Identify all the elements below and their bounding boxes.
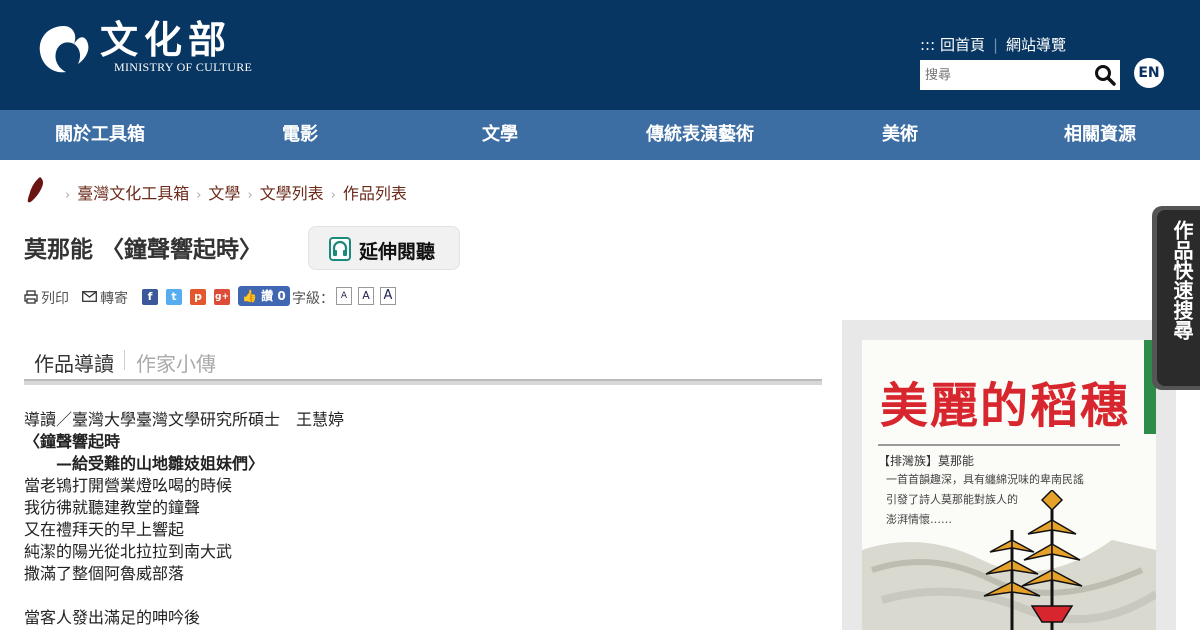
butterfly-logo-icon bbox=[39, 26, 89, 73]
search-box bbox=[920, 60, 1120, 90]
quick-search-tab[interactable]: 作品快速搜尋 bbox=[1152, 206, 1200, 390]
nav-item-fine-arts[interactable]: 美術 bbox=[800, 110, 1000, 160]
site-header: 文化部 MINISTRY OF CULTURE ::: 回首頁 | 網站導覽 EN bbox=[0, 0, 1200, 110]
quick-search-label: 作品快速搜尋 bbox=[1170, 220, 1194, 340]
poem-subtitle: —給受難的山地雛妓姐妹們〉 bbox=[24, 454, 265, 473]
breadcrumb-chevron-icon: › bbox=[247, 188, 253, 203]
breadcrumb-item-toolbox[interactable]: 臺灣文化工具箱 bbox=[77, 184, 189, 203]
tab-underline bbox=[24, 379, 822, 385]
print-link[interactable]: 列印 bbox=[41, 288, 69, 308]
tab-work-intro[interactable]: 作品導讀 bbox=[34, 348, 114, 377]
headphones-icon bbox=[329, 237, 351, 261]
twitter-icon[interactable]: t bbox=[166, 289, 182, 305]
home-link[interactable]: 回首頁 bbox=[940, 36, 985, 54]
article-line: 導讀／臺灣大學臺灣文學研究所碩士 王慧婷 bbox=[24, 410, 345, 429]
poem-line: 當客人發出滿足的呻吟後 bbox=[24, 608, 201, 627]
fontsize-label: 字級： bbox=[292, 291, 334, 307]
nav-item-literature[interactable]: 文學 bbox=[400, 110, 600, 160]
main-nav: 關於工具箱 電影 文學 傳統表演藝術 美術 相關資源 bbox=[0, 110, 1200, 160]
like-count: 讚 0 bbox=[261, 289, 286, 303]
forward-link[interactable]: 轉寄 bbox=[100, 288, 128, 308]
article-body: 導讀／臺灣大學臺灣文學研究所碩士 王慧婷 〈鐘聲響起時 —給受難的山地雛妓姐妹們… bbox=[24, 409, 814, 629]
tab-author-bio[interactable]: 作家小傳 bbox=[136, 348, 216, 377]
breadcrumb-chevron-icon: › bbox=[196, 188, 202, 203]
extended-reading-label: 延伸閱聽 bbox=[359, 241, 436, 263]
quick-search-inner: 作品快速搜尋 bbox=[1157, 210, 1200, 386]
poem-line: 又在禮拜天的早上響起 bbox=[24, 520, 185, 539]
breadcrumb-item-literature[interactable]: 文學 bbox=[208, 184, 240, 203]
breadcrumb-items: › 臺灣文化工具箱 › 文學 › 文學列表 › 作品列表 bbox=[58, 180, 407, 204]
page-title: 莫那能 〈鐘聲響起時〉 bbox=[24, 237, 263, 263]
content-tabs: 作品導讀 作家小傳 bbox=[24, 344, 822, 386]
font-size-large-button[interactable]: A bbox=[380, 287, 396, 305]
cover-author: 【排灣族】莫那能 bbox=[878, 454, 975, 468]
extended-reading-button[interactable]: 延伸閱聽 bbox=[308, 226, 460, 270]
font-size-medium-button[interactable]: A bbox=[358, 287, 374, 305]
taiwan-map-icon[interactable] bbox=[24, 176, 48, 204]
nav-item-performing-arts[interactable]: 傳統表演藝術 bbox=[600, 110, 800, 160]
font-size-small-button[interactable]: A bbox=[336, 287, 352, 305]
nav-item-about[interactable]: 關於工具箱 bbox=[0, 110, 200, 160]
poem-line: 撒滿了整個阿魯威部落 bbox=[24, 564, 185, 583]
top-links: ::: 回首頁 | 網站導覽 bbox=[920, 34, 1066, 55]
sitemap-link[interactable]: 網站導覽 bbox=[1006, 36, 1066, 54]
toplinks-divider: | bbox=[992, 36, 999, 54]
breadcrumb-chevron-icon: › bbox=[65, 188, 71, 203]
site-logo[interactable]: 文化部 MINISTRY OF CULTURE bbox=[34, 18, 294, 80]
cover-divider bbox=[878, 444, 1120, 446]
facebook-icon[interactable]: f bbox=[142, 289, 158, 305]
thumbs-up-icon: 👍 bbox=[242, 289, 257, 303]
toplinks-prefix: ::: bbox=[920, 36, 936, 54]
breadcrumb-item-literature-list[interactable]: 文學列表 bbox=[260, 184, 324, 203]
cover-title: 美麗的稻穗 bbox=[880, 378, 1131, 434]
google-plus-icon[interactable]: g+ bbox=[214, 289, 230, 305]
poem-line: 純潔的陽光從北拉拉到南大武 bbox=[24, 542, 233, 561]
poem-line: 當老鴇打開營業燈吆喝的時候 bbox=[24, 476, 233, 495]
tab-divider bbox=[124, 350, 125, 370]
poem-blank-line bbox=[24, 585, 814, 607]
poem-line: 我彷彿就聽建教堂的鐘聲 bbox=[24, 498, 201, 517]
poem-title: 〈鐘聲響起時 bbox=[24, 432, 121, 451]
language-en-button[interactable]: EN bbox=[1134, 58, 1164, 88]
logo-english-text: MINISTRY OF CULTURE bbox=[114, 60, 253, 74]
plurk-icon[interactable]: p bbox=[190, 289, 206, 305]
mail-icon[interactable] bbox=[82, 291, 97, 302]
facebook-like-button[interactable]: 👍 讚 0 bbox=[238, 286, 290, 306]
search-input[interactable] bbox=[920, 60, 1090, 90]
breadcrumb-item-works-list[interactable]: 作品列表 bbox=[343, 184, 407, 203]
book-cover-image[interactable]: 美麗的稻穗 【排灣族】莫那能 一首首韻趣深，具有纏綿況味的卑南民謠 引發了詩人莫… bbox=[862, 340, 1156, 630]
search-icon[interactable] bbox=[1094, 64, 1116, 86]
nav-item-film[interactable]: 電影 bbox=[200, 110, 400, 160]
print-icon[interactable] bbox=[24, 290, 38, 304]
breadcrumb-chevron-icon: › bbox=[330, 188, 336, 203]
logo-chinese-text: 文化部 bbox=[100, 17, 233, 62]
rice-stalk-illustration bbox=[862, 490, 1156, 630]
nav-item-resources[interactable]: 相關資源 bbox=[1000, 110, 1200, 160]
